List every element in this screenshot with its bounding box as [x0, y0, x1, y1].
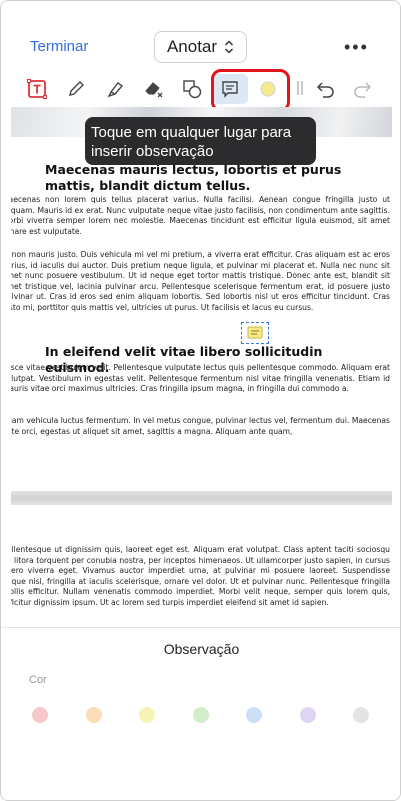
- color-swatch-pink[interactable]: [32, 707, 48, 723]
- color-swatch-green[interactable]: [193, 707, 209, 723]
- color-swatch-orange[interactable]: [86, 707, 102, 723]
- highlighter-icon[interactable]: [102, 76, 128, 102]
- paragraph: pellentesque ut dignissim quis, laoreet …: [11, 545, 390, 607]
- note-sheet: Observação Cor: [1, 627, 400, 800]
- color-swatch-purple[interactable]: [300, 707, 316, 723]
- paragraph: Fusce vitae vestibulum velit. Pellentesq…: [11, 363, 390, 393]
- color-swatch-blue[interactable]: [246, 707, 262, 723]
- highlight-annotation-box: [211, 69, 290, 112]
- mode-dropdown[interactable]: Anotar: [154, 31, 247, 63]
- sheet-title: Observação: [163, 641, 240, 657]
- note-marker-icon: [247, 326, 263, 339]
- chevron-up-down-icon: [224, 39, 234, 55]
- color-swatch-yellow[interactable]: [139, 707, 155, 723]
- shapes-icon[interactable]: [179, 76, 205, 102]
- undo-icon[interactable]: [312, 76, 338, 102]
- pencil-icon[interactable]: [63, 76, 89, 102]
- mode-label: Anotar: [166, 37, 218, 56]
- paragraph: In non mauris justo. Duis vehicula mi ve…: [11, 250, 390, 312]
- tooltip: Toque em qualquer lugar para inserir obs…: [85, 117, 316, 165]
- paragraph: Etiam vehicula luctus fermentum. In vel …: [11, 416, 390, 436]
- text-box-icon[interactable]: [24, 76, 50, 102]
- document-viewer[interactable]: Maecenas mauris lectus, lobortis et puru…: [11, 107, 392, 627]
- color-label: Cor: [29, 674, 47, 686]
- document-page: Maecenas mauris lectus, lobortis et puru…: [11, 107, 392, 497]
- inserted-note-marker[interactable]: [241, 322, 269, 344]
- app-window: Terminar Anotar ••• Maecenas mauris lect…: [0, 0, 401, 801]
- section-heading: Maecenas mauris lectus, lobortis et puru…: [45, 162, 342, 193]
- eraser-icon[interactable]: [141, 76, 167, 102]
- color-swatch-gray[interactable]: [353, 707, 369, 723]
- annotation-toolbar: [1, 71, 400, 107]
- page-separator: [11, 491, 392, 505]
- paragraph: Maecenas non lorem quis tellus placerat …: [11, 195, 390, 236]
- toolbar-divider: [297, 81, 303, 95]
- document-page: pellentesque ut dignissim quis, laoreet …: [11, 505, 392, 627]
- more-options-button[interactable]: •••: [344, 37, 369, 58]
- finish-button[interactable]: Terminar: [30, 38, 88, 55]
- redo-icon[interactable]: [350, 76, 376, 102]
- top-bar: Terminar Anotar •••: [1, 1, 400, 71]
